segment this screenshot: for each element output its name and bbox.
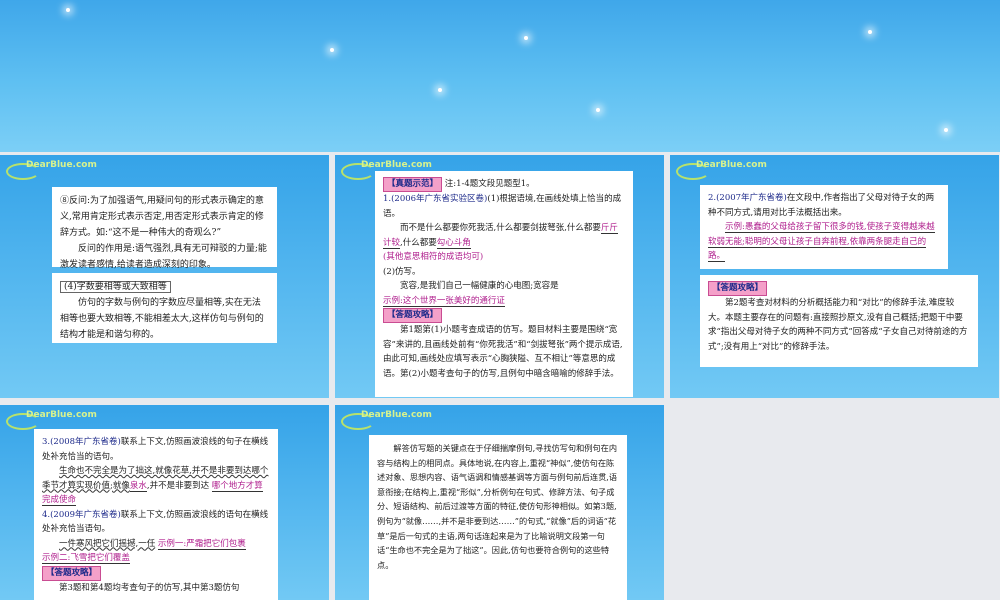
content-card: 【真题示范】 注:1-4题文段见题型1。 1.(2006年广东省实验区卷)(1)… [375,171,633,397]
content-card: 解答仿写题的关键点在于仔细揣摩例句,寻找仿写句和例句在内容与结构上的相同点。具体… [369,435,627,600]
question-source: 4.(2009年广东省卷) [42,509,121,520]
question-body: 而不是什么都要你死我活,什么都要剑拔弩张,什么都要 [400,223,601,233]
section-tag: 【答题攻略】 [383,308,443,323]
sparkle [438,88,442,92]
example-answer: 示例:愚蠢的父母给孩子留下很多的钱,使孩子变得越来越软弱无能;聪明的父母让孩子自… [708,222,935,262]
content-card: 【答题攻略】 第2题考查对材料的分析概括能力和“对比”的修辞手法,难度较大。本题… [700,275,978,367]
question-body: 宽容,是我们自己一幅健康的心电图;宽容是 [400,281,559,291]
logo: DearBlue.com [676,158,767,180]
question-body: ,什么都要 [400,237,437,248]
sparkle [330,48,334,52]
logo: DearBlue.com [6,408,97,430]
content-card: 2.(2007年广东省卷)在文段中,作者指出了父母对待子女的两种不同方式,请用对… [700,185,948,269]
content-card: 3.(2008年广东省卷)联系上下文,仿照画波浪线的句子在横线处补充恰当的语句。… [34,429,278,600]
sub-question: (2)仿写。 [383,266,421,277]
example-answer: 示例:这个世界一张美好的通行证 [383,295,505,307]
note: 注:1-4题文段见题型1。 [444,179,535,189]
content-card: ⑧反问:为了加强语气,用疑问句的形式表示确定的意义,常用肯定形式表示否定,用否定… [52,187,277,270]
answer-note: (其他意思相符的成语均可) [383,252,484,262]
answer-blank: 泉水 [129,480,147,492]
analysis-text: 解答仿写题的关键点在于仔细揣摩例句,寻找仿写句和例句在内容与结构上的相同点。具体… [377,443,618,570]
section-tag: 【答题攻略】 [42,565,102,581]
paragraph: 反问的作用是:语气强烈,具有无可辩驳的力量;能激发读者感情,给读者造成深刻的印象… [60,244,267,270]
question-source: 2.(2007年广东省卷) [708,193,787,203]
section-heading: (4)字数要相等或大致相等 [60,281,171,293]
section-tag: 【答题攻略】 [708,281,768,296]
example-answer: 示例一:严霜把它们包裹 [157,538,246,550]
example-answer: 示例二:飞雪把它们覆盖 [42,553,130,564]
logo: DearBlue.com [6,158,97,180]
question-source: 3.(2008年广东省卷) [42,437,121,447]
analysis-text: 第3题和第4题均考查句子的仿写,其中第3题仿句 [59,582,240,593]
sparkle [66,8,70,12]
top-banner [0,0,1000,152]
slide-thumbnail-3[interactable]: DearBlue.com 2.(2007年广东省卷)在文段中,作者指出了父母对待… [670,155,999,398]
sparkle [944,128,948,132]
slide-thumbnail-4[interactable]: DearBlue.com 3.(2008年广东省卷)联系上下文,仿照画波浪线的句… [0,405,329,600]
sparkle [868,30,872,34]
paragraph: ⑧反问:为了加强语气,用疑问句的形式表示确定的意义,常用肯定形式表示否定,用否定… [60,196,264,238]
analysis-text: 第1题第(1)小题考查成语的仿写。题目材料主要是围绕“宽容”来讲的,且画线处前有… [383,325,623,379]
logo: DearBlue.com [341,408,432,430]
answer-blank: 勾心斗角 [436,237,471,249]
question-body: 一件寒风把它们摇撼,一任 [59,538,156,549]
section-tag: 【真题示范】 [383,177,443,192]
question-source: 1.(2006年广东省实验区卷) [383,194,488,204]
question-body: ,并不是非要到达 [146,480,210,491]
content-card: (4)字数要相等或大致相等 仿句的字数与例句的字数应尽量相等,实在无法相等也要大… [52,273,277,343]
slide-thumbnail-1[interactable]: DearBlue.com ⑧反问:为了加强语气,用疑问句的形式表示确定的意义,常… [0,155,329,398]
slide-thumbnail-5[interactable]: DearBlue.com 解答仿写题的关键点在于仔细揣摩例句,寻找仿写句和例句在… [335,405,664,600]
sparkle [524,36,528,40]
slide-thumbnail-2[interactable]: DearBlue.com 【真题示范】 注:1-4题文段见题型1。 1.(200… [335,155,664,398]
analysis-text: 第2题考查对材料的分析概括能力和“对比”的修辞手法,难度较大。本题主要存在的问题… [708,298,968,352]
paragraph: 仿句的字数与例句的字数应尽量相等,实在无法相等也要大致相等,不能相差太大,这样仿… [60,298,264,340]
sparkle [596,108,600,112]
